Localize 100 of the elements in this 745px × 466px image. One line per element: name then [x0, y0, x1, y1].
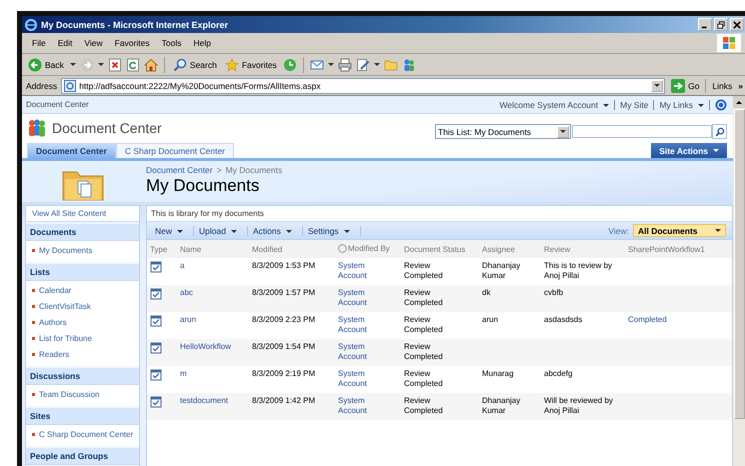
column-header[interactable]: Modified [252, 244, 282, 254]
review-comment: Will be reviewed by Anoj Pillai [544, 396, 614, 416]
bullet-icon [32, 289, 35, 292]
column-header[interactable]: Review [544, 244, 570, 254]
workflow-status-link[interactable]: Completed [628, 315, 667, 324]
bullet-icon [32, 433, 35, 436]
nav-heading[interactable]: Documents [26, 222, 139, 241]
nav-heading[interactable]: People and Groups [26, 446, 139, 465]
search-button[interactable] [712, 124, 727, 139]
toolbar-menu[interactable]: New [150, 226, 194, 236]
page-title: My Documents [146, 176, 260, 196]
menu-item[interactable]: Edit [52, 38, 78, 48]
nav-heading[interactable]: Discussions [26, 366, 139, 385]
site-actions-button[interactable]: Site Actions [651, 143, 727, 158]
caret-icon [98, 63, 104, 66]
nav-link[interactable]: Readers [39, 350, 70, 360]
document-link[interactable]: a [180, 261, 184, 270]
home-icon[interactable] [144, 58, 158, 72]
document-icon[interactable] [150, 315, 162, 327]
nav-link[interactable]: Authors [39, 318, 67, 328]
document-link[interactable]: abc [180, 288, 193, 297]
history-icon[interactable] [282, 58, 297, 72]
page-icon [64, 80, 76, 92]
nav-link[interactable]: Calendar [39, 286, 72, 296]
user-link[interactable]: My Site [620, 100, 648, 110]
menu-item[interactable]: View [78, 38, 109, 48]
site-tab[interactable]: Document Center [27, 143, 116, 158]
messenger-icon[interactable] [402, 58, 416, 72]
search-field[interactable] [572, 125, 712, 138]
favorites-button[interactable]: Favorites [222, 58, 279, 72]
document-status: Review Completed [404, 315, 444, 335]
address-label: Address [26, 80, 58, 90]
view-all-link[interactable]: View All Site Content [26, 206, 139, 222]
edit-icon[interactable] [356, 58, 370, 72]
filter-icon [338, 244, 347, 252]
document-icon[interactable] [150, 261, 162, 273]
menu-item[interactable]: File [26, 38, 52, 48]
document-icon[interactable] [150, 396, 162, 408]
user-link[interactable]: Welcome System Account [500, 100, 610, 110]
browser-logo-icon [25, 18, 37, 30]
printer-icon[interactable] [338, 58, 352, 72]
nav-link[interactable]: ClientVisitTask [39, 302, 91, 312]
stop-icon[interactable] [108, 58, 122, 72]
view-dropdown[interactable]: All Documents [633, 224, 726, 237]
modified-date: 8/3/2009 1:53 PM [252, 261, 316, 270]
user-link[interactable]: System Account [338, 261, 374, 281]
close-button[interactable] [730, 18, 744, 31]
restore-button[interactable] [714, 18, 728, 31]
address-field[interactable]: http://adfsaccount:2222/My%20Documents/Forms/AllItems.aspx [61, 78, 666, 94]
toolbar-menu[interactable]: Settings [302, 226, 361, 236]
document-link[interactable]: m [180, 369, 187, 378]
view-label: View: [608, 226, 629, 236]
column-header[interactable]: Name [180, 244, 202, 254]
more-links-button[interactable]: » [738, 80, 745, 90]
site-breadcrumb[interactable]: Document Center [26, 100, 89, 109]
breadcrumb-link[interactable]: My Documents [226, 165, 282, 175]
toolbar-menu[interactable]: Actions [248, 226, 303, 236]
search-scope-dropdown[interactable]: This List: My Documents [435, 124, 571, 139]
modified-date: 8/3/2009 1:42 PM [252, 396, 316, 405]
breadcrumb-link[interactable]: Document Center [146, 165, 213, 175]
assignee: arun [482, 315, 498, 325]
document-icon[interactable] [150, 288, 162, 300]
refresh-icon[interactable] [126, 58, 140, 72]
nav-heading[interactable]: Lists [26, 262, 139, 281]
search-icon [172, 58, 187, 72]
site-tab[interactable]: C Sharp Document Center [116, 143, 234, 158]
user-link[interactable]: My Links [659, 100, 704, 110]
help-icon[interactable] [715, 98, 727, 110]
nav-heading[interactable]: Sites [26, 406, 139, 425]
people-logo-icon [27, 118, 47, 136]
bullet-icon [32, 353, 35, 356]
modified-date: 8/3/2009 2:23 PM [252, 315, 316, 324]
document-status: Review Completed [404, 342, 444, 362]
menu-item[interactable]: Tools [156, 38, 188, 48]
minimize-button[interactable] [698, 18, 712, 31]
review-comment: This is to review by Anoj Pillai [544, 261, 614, 281]
menu-item[interactable]: Help [187, 38, 217, 48]
caret-icon [70, 63, 76, 66]
document-status: Review Completed [404, 261, 444, 281]
assignee: Dhananjay Kumar [482, 396, 522, 416]
back-button[interactable]: Back [26, 58, 66, 72]
menu-item[interactable]: Favorites [108, 38, 156, 48]
review-comment: cvbfb [544, 288, 564, 298]
bullet-icon [32, 321, 35, 324]
go-button[interactable]: Go [669, 78, 706, 92]
bullet-icon [32, 393, 35, 396]
mail-icon[interactable] [310, 58, 324, 72]
breadcrumb-separator: > [216, 165, 222, 175]
document-link[interactable]: arun [180, 315, 196, 324]
user-link[interactable]: System Account [338, 315, 374, 335]
user-link[interactable]: System Account [338, 369, 374, 389]
assignee: dk [482, 288, 490, 298]
toolbar-menu[interactable]: Upload [194, 226, 248, 236]
search-button[interactable]: Search [170, 58, 219, 72]
links-label[interactable]: Links [710, 80, 734, 90]
nav-link[interactable]: List for Tribune [39, 334, 92, 344]
document-icon[interactable] [150, 369, 162, 381]
bullet-icon [32, 305, 35, 308]
scrollbar[interactable] [733, 96, 745, 466]
document-icon[interactable] [150, 342, 162, 354]
